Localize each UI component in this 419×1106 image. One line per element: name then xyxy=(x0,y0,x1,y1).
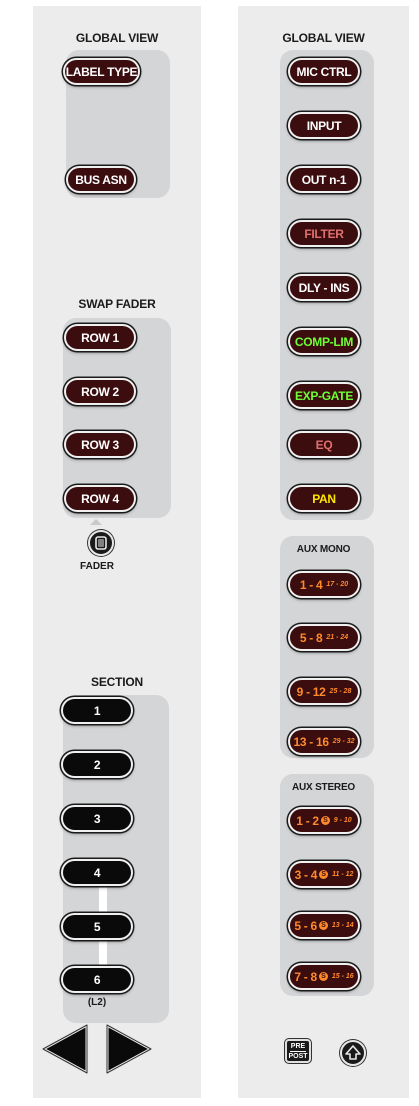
stereo-icon: S xyxy=(318,921,328,930)
section-2-button[interactable]: 2 xyxy=(61,751,133,778)
global-view-header-right: GLOBAL VIEW xyxy=(282,31,365,45)
swap-row-1-button[interactable]: ROW 1 xyxy=(64,324,136,351)
aux-mono-label: 1 - 4 xyxy=(299,577,323,592)
out-n-1-button[interactable]: OUT n-1 xyxy=(288,166,360,193)
right-arrow-icon[interactable] xyxy=(103,1021,155,1077)
aux-stereo-label: 5 - 6 xyxy=(294,918,317,933)
aux-mono-13-16-button[interactable]: 13 - 16 29 - 32 xyxy=(288,728,360,755)
label-type-button[interactable]: LABEL TYPE xyxy=(63,58,140,85)
stereo-icon: S xyxy=(319,870,329,879)
section-5-button[interactable]: 5 xyxy=(61,913,133,940)
global-view-header: GLOBAL VIEW xyxy=(75,31,159,45)
section-1-button[interactable]: 1 xyxy=(61,697,133,724)
aux-stereo-label: 1 - 2 xyxy=(296,813,319,828)
aux-stereo-sub-label: 15 - 16 xyxy=(331,973,354,980)
aux-stereo-sub-label: 9 - 10 xyxy=(333,817,352,824)
aux-mono-sub-label: 21 - 24 xyxy=(326,634,349,641)
aux-stereo-1-2-button[interactable]: 1 - 2S9 - 10 xyxy=(288,807,360,834)
aux-mono-sub-label: 25 - 28 xyxy=(329,688,352,695)
swap-fader-pointer xyxy=(90,519,102,525)
left-control-strip: GLOBAL VIEW LABEL TYPE BUS ASN SWAP FADE… xyxy=(33,6,201,1098)
aux-mono-sub-label: 17 - 20 xyxy=(326,581,349,588)
swap-row-2-button[interactable]: ROW 2 xyxy=(64,378,136,405)
aux-stereo-3-4-button[interactable]: 3 - 4 S 11 - 12 xyxy=(288,861,360,888)
section-layer-label: (L2) xyxy=(87,997,107,1008)
aux-mono-sub-label: 29 - 32 xyxy=(332,738,355,745)
comp-lim-button[interactable]: COMP-LIM xyxy=(288,328,360,355)
aux-mono-1-4-button[interactable]: 1 - 4 17 - 20 xyxy=(288,571,360,598)
bus-asn-button[interactable]: BUS ASN xyxy=(66,166,136,193)
dly-ins-button[interactable]: DLY - INS xyxy=(288,274,360,301)
pre-label: PRE xyxy=(290,1043,306,1050)
mic-ctrl-button[interactable]: MIC CTRL xyxy=(288,58,360,85)
section-6-button[interactable]: 6 xyxy=(61,966,133,993)
fader-label: FADER xyxy=(80,561,114,572)
aux-mono-5-8-button[interactable]: 5 - 8 21 - 24 xyxy=(288,624,360,651)
section-header: SECTION xyxy=(91,675,143,689)
aux-stereo-header: AUX STEREO xyxy=(291,782,355,793)
aux-stereo-sub-label: 13 - 14 xyxy=(331,922,354,929)
aux-stereo-7-8-button[interactable]: 7 - 8 S 15 - 16 xyxy=(288,963,360,990)
post-label: POST xyxy=(288,1053,308,1060)
aux-mono-label: 5 - 8 xyxy=(299,630,323,645)
fader-swap-icon[interactable] xyxy=(88,530,114,556)
exp-gate-button[interactable]: EXP-GATE xyxy=(288,382,360,409)
right-control-strip: GLOBAL VIEW MIC CTRL INPUT OUT n-1 FILTE… xyxy=(238,6,409,1098)
aux-stereo-5-6-button[interactable]: 5 - 6 S 13 - 14 xyxy=(288,912,360,939)
pre-post-button[interactable]: PRE POST xyxy=(285,1039,311,1063)
left-arrow-icon[interactable] xyxy=(39,1021,91,1077)
input-button[interactable]: INPUT xyxy=(288,112,360,139)
aux-stereo-sub-label: 11 - 12 xyxy=(332,871,354,878)
pan-button[interactable]: PAN xyxy=(288,485,360,512)
aux-mono-label: 13 - 16 xyxy=(293,734,329,749)
section-3-button[interactable]: 3 xyxy=(61,805,133,832)
shift-up-icon[interactable] xyxy=(340,1040,366,1066)
aux-stereo-label: 3 - 4 xyxy=(294,867,318,882)
swap-fader-header: SWAP FADER xyxy=(78,297,156,311)
stereo-icon: S xyxy=(318,972,328,981)
aux-stereo-label: 7 - 8 xyxy=(294,969,317,984)
swap-row-3-button[interactable]: ROW 3 xyxy=(64,431,136,458)
eq-button[interactable]: EQ xyxy=(288,431,360,458)
section-4-button[interactable]: 4 xyxy=(61,859,133,886)
filter-button[interactable]: FILTER xyxy=(288,220,360,247)
aux-mono-label: 9 - 12 xyxy=(296,684,326,699)
aux-mono-9-12-button[interactable]: 9 - 12 25 - 28 xyxy=(288,678,360,705)
stereo-icon: S xyxy=(320,816,330,825)
swap-row-4-button[interactable]: ROW 4 xyxy=(64,485,136,512)
aux-mono-header: AUX MONO xyxy=(296,544,351,555)
